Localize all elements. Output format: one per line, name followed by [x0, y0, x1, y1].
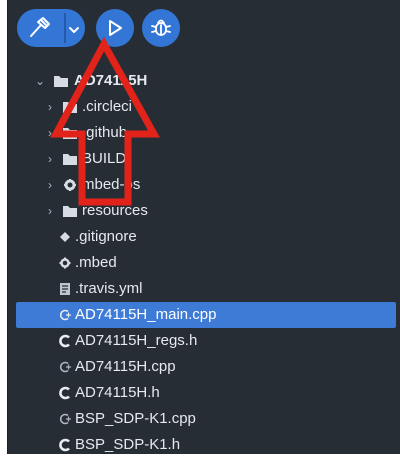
folder-icon: [62, 120, 78, 146]
diamond-icon: [57, 224, 73, 250]
chevron-right-icon[interactable]: ›: [44, 198, 56, 224]
tree-item-resources[interactable]: › resources: [8, 198, 400, 224]
gear-icon: [62, 172, 78, 198]
tree-root-folder[interactable]: ⌄ AD74115H: [8, 68, 400, 94]
chevron-right-icon[interactable]: ›: [44, 94, 56, 120]
folder-icon: [62, 198, 78, 224]
chevron-right-icon[interactable]: ›: [44, 172, 56, 198]
chevron-right-icon[interactable]: ›: [44, 146, 56, 172]
tree-item-label: AD74115H.cpp: [75, 358, 176, 375]
run-button[interactable]: [96, 9, 134, 47]
play-icon: [105, 18, 125, 43]
toolbar: [17, 9, 217, 49]
tree-item-mbed-os[interactable]: › mbed-os: [8, 172, 400, 198]
hammer-icon[interactable]: [26, 16, 56, 40]
gear-icon: [57, 250, 73, 276]
c-header-icon: [57, 432, 73, 458]
tree-item-ad74115h-cpp[interactable]: AD74115H.cpp: [8, 354, 400, 380]
chevron-right-icon[interactable]: ›: [44, 120, 56, 146]
explorer-panel: ⌄ AD74115H › .circleci › .github › BUILD…: [7, 0, 400, 454]
tree-item-label: mbed-os: [82, 176, 141, 193]
split-divider: [64, 13, 66, 43]
tree-item-ad74115h-h[interactable]: AD74115H.h: [8, 380, 400, 406]
tree-item-label: AD74115H_main.cpp: [75, 306, 217, 323]
chevron-down-icon[interactable]: [68, 22, 82, 34]
folder-icon: [53, 68, 69, 94]
tree-item-gitignore[interactable]: .gitignore: [8, 224, 400, 250]
tree-item-mbed[interactable]: .mbed: [8, 250, 400, 276]
tree-item-label: BSP_SDP-K1.h: [75, 436, 181, 453]
tree-item-label: .travis.yml: [75, 280, 143, 297]
tree-item-label: AD74115H_regs.h: [75, 332, 198, 349]
tree-item-label: .circleci: [82, 98, 133, 115]
yaml-file-icon: [57, 276, 73, 302]
tree-item-bsp-h[interactable]: BSP_SDP-K1.h: [8, 432, 400, 458]
tree-item-label: BSP_SDP-K1.cpp: [75, 410, 196, 427]
folder-icon: [62, 94, 78, 120]
tree-item-build[interactable]: › BUILD: [8, 146, 400, 172]
tree-item-label: AD74115H.h: [75, 384, 160, 401]
tree-item-bsp-cpp[interactable]: BSP_SDP-K1.cpp: [8, 406, 400, 432]
debug-button[interactable]: [142, 9, 180, 47]
tree-item-travis[interactable]: .travis.yml: [8, 276, 400, 302]
cpp-file-icon: [57, 406, 73, 432]
tree-item-label: resources: [82, 202, 148, 219]
c-header-icon: [57, 380, 73, 406]
tree-item-main-cpp[interactable]: AD74115H_main.cpp: [16, 302, 396, 328]
tree-item-github[interactable]: › .github: [8, 120, 400, 146]
cpp-file-icon: [57, 302, 73, 328]
tree-root-label: AD74115H: [74, 72, 148, 89]
tree-item-label: .github: [82, 124, 128, 141]
tree-item-label: BUILD: [82, 150, 127, 167]
tree-item-label: .mbed: [75, 254, 117, 271]
chevron-down-icon[interactable]: ⌄: [34, 68, 46, 94]
tree-item-regs-h[interactable]: AD74115H_regs.h: [8, 328, 400, 354]
tree-item-circleci[interactable]: › .circleci: [8, 94, 400, 120]
c-header-icon: [57, 328, 73, 354]
bug-icon: [151, 17, 171, 44]
tree-item-label: .gitignore: [75, 228, 137, 245]
build-split-button: [17, 9, 85, 47]
cpp-file-icon: [57, 354, 73, 380]
folder-icon: [62, 146, 78, 172]
